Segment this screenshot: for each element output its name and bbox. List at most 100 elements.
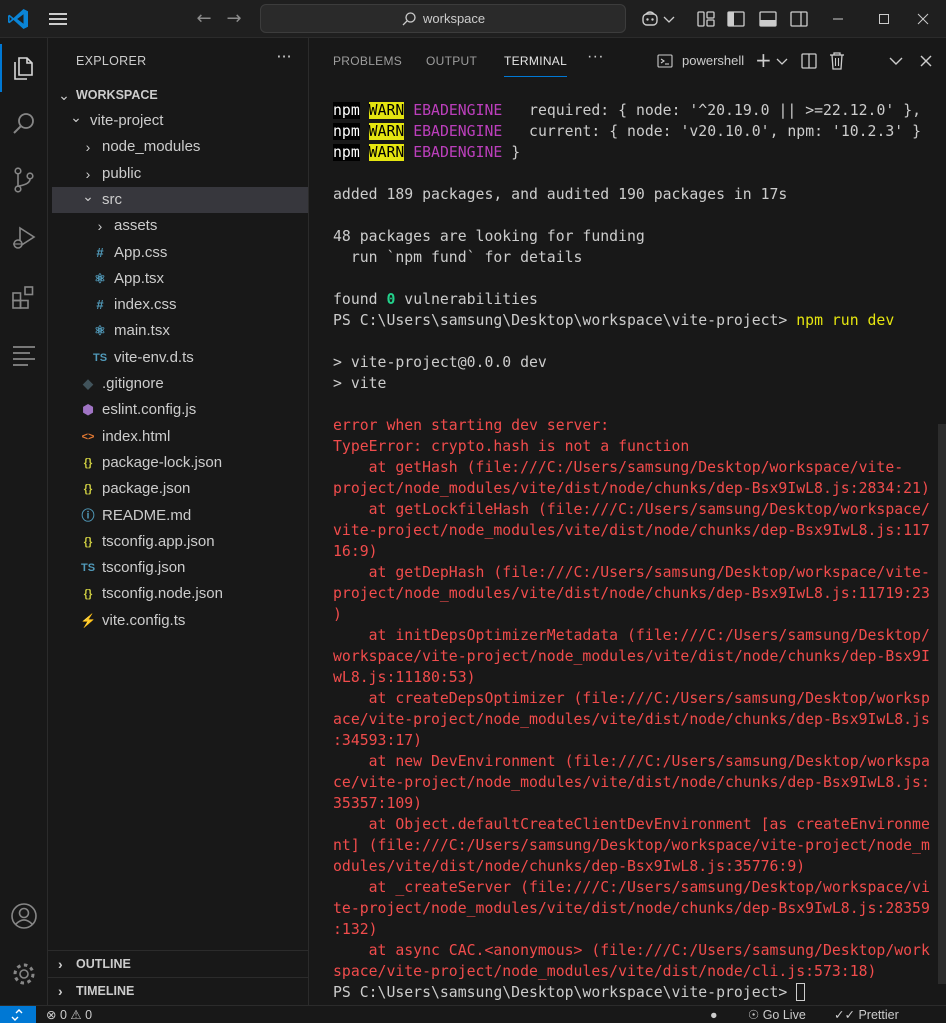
- tab-terminal[interactable]: TERMINAL: [504, 54, 568, 77]
- back-arrow-icon[interactable]: ←: [192, 7, 216, 31]
- accounts-icon[interactable]: [0, 892, 48, 940]
- chevron-down-icon[interactable]: [775, 50, 789, 72]
- tree-file[interactable]: # App.css: [52, 240, 308, 266]
- search-icon: [402, 12, 416, 26]
- tree-item-label: public: [102, 164, 142, 182]
- tree-item-label: eslint.config.js: [102, 401, 197, 419]
- search-text: workspace: [423, 11, 486, 26]
- double-check-icon: ✓✓: [834, 1008, 855, 1022]
- tree-item-label: index.html: [102, 427, 171, 445]
- chevron-down-icon[interactable]: [887, 50, 905, 72]
- warning-icon: ⚠: [70, 1008, 82, 1022]
- terminal-error-line: at new DevEnvironment (file:///C:/Users/…: [333, 753, 930, 770]
- tree-file[interactable]: ◆ .gitignore: [52, 371, 308, 397]
- terminal-scrollbar[interactable]: [938, 424, 946, 984]
- trash-icon[interactable]: [828, 50, 846, 72]
- chevron-down-icon: ⌄: [82, 187, 94, 204]
- error-icon: ⊗: [46, 1008, 57, 1022]
- explorer-icon[interactable]: [0, 44, 48, 92]
- remote-indicator[interactable]: [0, 1006, 36, 1023]
- tree-file[interactable]: {} tsconfig.node.json: [52, 581, 308, 607]
- tree-file[interactable]: ⚡ vite.config.ts: [52, 608, 308, 634]
- file-type-icon: ⚡: [80, 612, 97, 628]
- workspace-section-header[interactable]: ⌄ WORKSPACE: [48, 82, 308, 108]
- terminal-error-line: at getLockfileHash (file:///C:/Users/sam…: [333, 501, 930, 518]
- terminal-error-line: odules/vite/dist/node/chunks/dep-Bsx9IwL…: [333, 858, 806, 875]
- terminal-profile-powershell[interactable]: powershell: [657, 50, 749, 72]
- broadcast-icon: ☉: [748, 1008, 760, 1022]
- problems-status[interactable]: ⊗ 0 ⚠ 0: [46, 1007, 92, 1023]
- tree-file[interactable]: ⚛ main.tsx: [52, 318, 308, 344]
- source-control-icon[interactable]: [0, 156, 48, 204]
- chevron-right-icon: ›: [58, 956, 63, 972]
- toggle-panel-icon[interactable]: [758, 9, 778, 29]
- tree-item-label: App.tsx: [114, 269, 165, 287]
- settings-gear-icon[interactable]: [0, 950, 48, 998]
- tree-file[interactable]: ⬢ eslint.config.js: [52, 397, 308, 423]
- terminal-icon: [657, 54, 673, 68]
- outline-view-icon[interactable]: [0, 332, 48, 380]
- terminal-error-line: ce/vite-project/node_modules/vite/dist/n…: [333, 774, 930, 791]
- tree-file[interactable]: TS tsconfig.json: [52, 555, 308, 581]
- terminal-error-line: :132): [333, 921, 378, 938]
- toggle-secondary-sidebar-icon[interactable]: [789, 9, 809, 29]
- terminal-error-block: error when starting dev server: TypeError…: [333, 415, 941, 982]
- terminal-vulnerabilities-line: found 0 vulnerabilities: [333, 291, 538, 308]
- tree-folder[interactable]: › node_modules: [52, 134, 308, 160]
- tree-file[interactable]: ⚛ App.tsx: [52, 266, 308, 292]
- close-panel-icon[interactable]: [917, 50, 935, 72]
- chevron-down-icon: ⌄: [70, 109, 82, 125]
- tree-folder[interactable]: ⌄ vite-project: [52, 108, 308, 134]
- tree-item-label: vite.config.ts: [102, 611, 186, 629]
- tree-file[interactable]: {} tsconfig.app.json: [52, 529, 308, 555]
- tree-folder[interactable]: › assets: [52, 213, 308, 239]
- chevron-down-icon[interactable]: [662, 9, 676, 29]
- terminal-error-line: wL8.js:11180:53): [333, 669, 476, 686]
- terminal-warn-line: npm WARN EBADENGINE current: { node: 'v2…: [333, 123, 922, 140]
- explorer-more-actions[interactable]: ···: [272, 46, 296, 70]
- prettier-button[interactable]: ✓✓ Prettier: [834, 1007, 899, 1023]
- tree-file[interactable]: {} package-lock.json: [52, 450, 308, 476]
- panel-more-actions[interactable]: ···: [587, 48, 604, 66]
- go-live-button[interactable]: ☉ Go Live: [748, 1007, 806, 1023]
- tree-item-label: tsconfig.node.json: [102, 585, 223, 603]
- terminal-error-line: at getDepHash (file:///C:/Users/samsung/…: [333, 564, 930, 581]
- file-type-icon: ⚛: [94, 323, 106, 339]
- terminal-error-line: project/node_modules/vite/dist/node/chun…: [333, 585, 930, 602]
- copilot-icon[interactable]: [640, 9, 660, 29]
- tree-file[interactable]: TS vite-env.d.ts: [52, 345, 308, 371]
- file-type-icon: {}: [83, 535, 93, 548]
- command-center-search[interactable]: workspace: [260, 4, 626, 33]
- close-icon[interactable]: [900, 0, 946, 38]
- customize-layout-icon[interactable]: [696, 9, 716, 29]
- run-and-debug-icon[interactable]: [0, 214, 48, 262]
- menu-icon[interactable]: [46, 8, 70, 30]
- timeline-section-header[interactable]: › TIMELINE: [48, 977, 308, 1003]
- tab-problems[interactable]: PROBLEMS: [333, 54, 402, 68]
- search-icon[interactable]: [0, 100, 48, 148]
- split-terminal-icon[interactable]: [800, 50, 818, 72]
- warning-count: 0: [85, 1008, 93, 1022]
- terminal-output[interactable]: npm WARN EBADENGINE required: { node: '^…: [333, 100, 941, 1005]
- tree-file[interactable]: <> index.html: [52, 424, 308, 450]
- file-type-icon: #: [96, 297, 104, 313]
- extensions-icon[interactable]: [0, 274, 48, 322]
- tree-file[interactable]: ⓘ README.md: [52, 503, 308, 529]
- toggle-primary-sidebar-icon[interactable]: [726, 9, 746, 29]
- terminal-prompt-line: PS C:\Users\samsung\Desktop\workspace\vi…: [333, 312, 895, 329]
- workspace-label: WORKSPACE: [76, 88, 158, 102]
- tree-file[interactable]: {} package.json: [52, 476, 308, 502]
- minimize-icon[interactable]: [815, 0, 861, 38]
- terminal-error-line: at _createServer (file:///C:/Users/samsu…: [333, 879, 930, 896]
- forward-arrow-icon[interactable]: →: [222, 7, 246, 31]
- tree-item-label: src: [102, 190, 122, 208]
- new-terminal-plus-icon[interactable]: +: [755, 50, 775, 72]
- tree-folder[interactable]: ⌄ src: [52, 186, 308, 213]
- tab-output[interactable]: OUTPUT: [426, 54, 477, 68]
- tree-file[interactable]: # index.css: [52, 292, 308, 318]
- tree-item-label: node_modules: [102, 138, 201, 156]
- outline-section-header[interactable]: › OUTLINE: [48, 950, 308, 976]
- chevron-right-icon: ›: [58, 983, 63, 999]
- status-bar: ⊗ 0 ⚠ 0 ● ☉ Go Live ✓✓ Prettier: [0, 1005, 946, 1023]
- copilot-status-icon[interactable]: ●: [710, 1007, 718, 1023]
